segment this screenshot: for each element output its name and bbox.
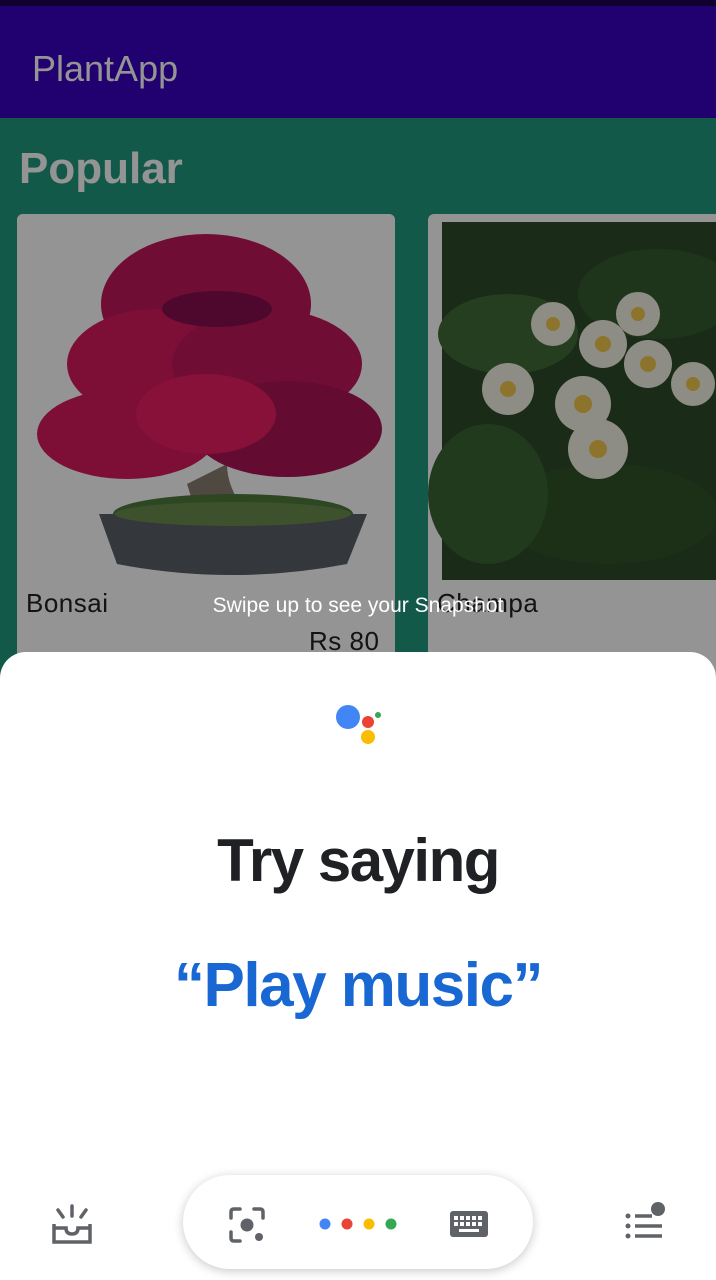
keyboard-icon[interactable] <box>448 1208 490 1240</box>
assistant-dots-icon[interactable] <box>318 1217 400 1231</box>
lens-icon[interactable] <box>228 1206 266 1244</box>
try-saying-heading: Try saying <box>217 827 500 894</box>
snapshot-inbox-icon[interactable] <box>48 1204 96 1248</box>
snapshot-hint: Swipe up to see your Snapshot <box>212 594 504 617</box>
assistant-logo-icon <box>336 705 381 744</box>
suggestion-text[interactable]: “Play music” <box>0 950 716 1021</box>
updates-list-icon[interactable] <box>622 1200 670 1244</box>
